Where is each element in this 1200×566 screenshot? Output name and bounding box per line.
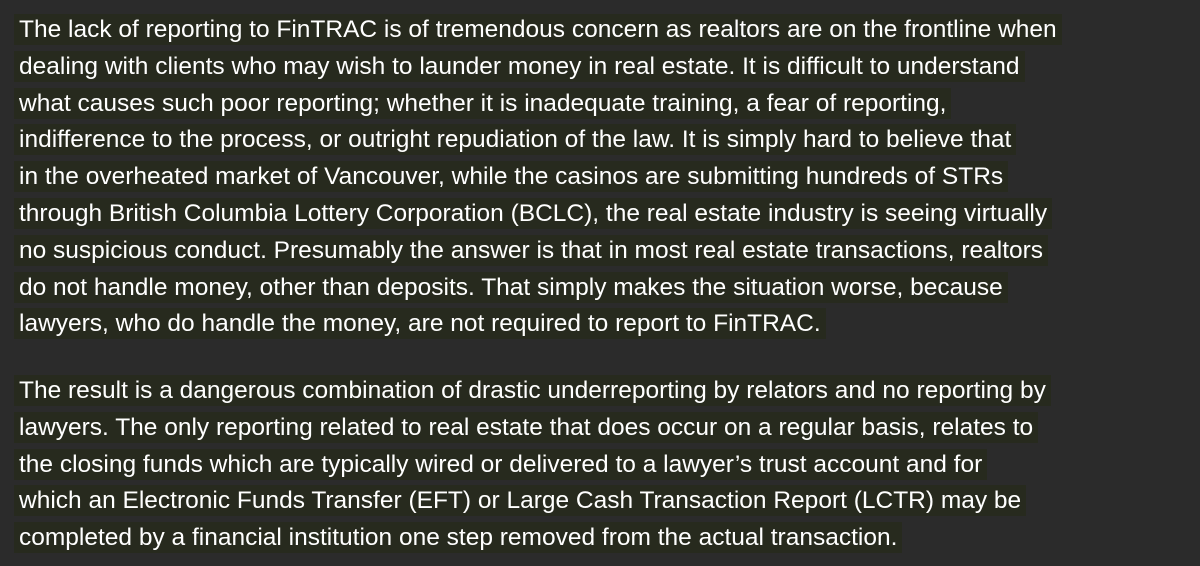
text-line: the closing funds which are typically wi… bbox=[16, 447, 1049, 484]
text-line: The lack of reporting to FinTRAC is of t… bbox=[16, 12, 1060, 49]
text-line: indifference to the process, or outright… bbox=[16, 122, 1060, 159]
text-line: lawyers. The only reporting related to r… bbox=[16, 410, 1049, 447]
text-line: The result is a dangerous combination of… bbox=[16, 373, 1049, 410]
text-line: do not handle money, other than deposits… bbox=[16, 270, 1060, 307]
paragraph-1: The lack of reporting to FinTRAC is of t… bbox=[16, 12, 1060, 343]
document-page: The lack of reporting to FinTRAC is of t… bbox=[0, 0, 1200, 566]
text-line: through British Columbia Lottery Corpora… bbox=[16, 196, 1060, 233]
text-line: completed by a financial institution one… bbox=[16, 520, 1049, 557]
text-line: which an Electronic Funds Transfer (EFT)… bbox=[16, 483, 1049, 520]
text-line: lawyers, who do handle the money, are no… bbox=[16, 306, 1060, 343]
paragraph-2: The result is a dangerous combination of… bbox=[16, 373, 1049, 557]
text-line: dealing with clients who may wish to lau… bbox=[16, 49, 1060, 86]
text-line: what causes such poor reporting; whether… bbox=[16, 86, 1060, 123]
text-line: in the overheated market of Vancouver, w… bbox=[16, 159, 1060, 196]
text-line: no suspicious conduct. Presumably the an… bbox=[16, 233, 1060, 270]
